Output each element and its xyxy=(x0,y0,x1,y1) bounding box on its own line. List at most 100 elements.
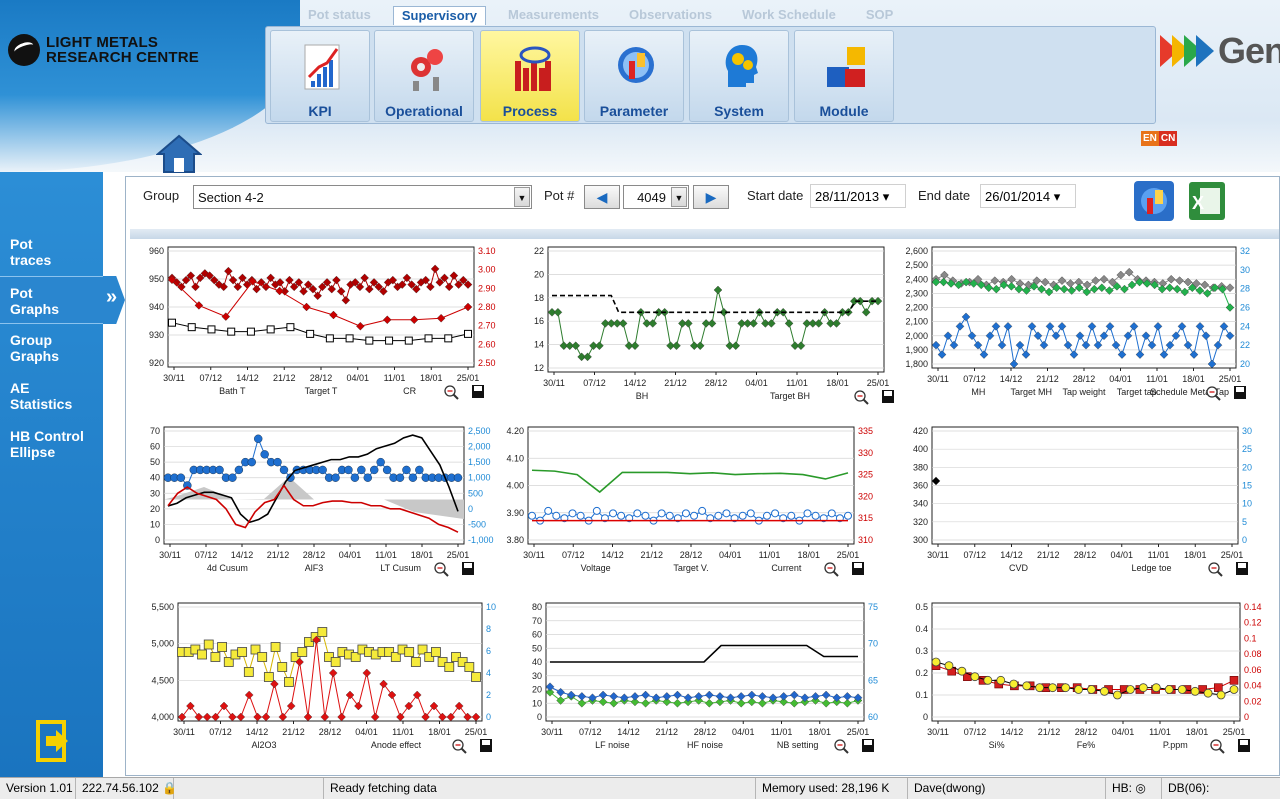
y-tick-label: 0 xyxy=(923,712,928,722)
y2-tick-label: 315 xyxy=(858,513,873,523)
x-tick-label: 28/12 xyxy=(694,727,717,737)
zoom-icon[interactable] xyxy=(444,385,459,400)
y2-tick-label: 0.02 xyxy=(1244,696,1262,706)
chevron-down-icon[interactable]: ▼ xyxy=(514,187,530,207)
legend-entry: Target T xyxy=(305,386,338,396)
data-point xyxy=(260,450,269,459)
lang-cn-button[interactable]: CN xyxy=(1158,131,1178,146)
x-tick-label: 04/01 xyxy=(339,550,362,560)
data-point xyxy=(714,511,723,520)
pot-select[interactable]: 4049 ▼ xyxy=(623,185,689,209)
tab-supervisory[interactable]: Supervisory xyxy=(392,6,486,25)
heartbeat-icon: ◎ xyxy=(1132,781,1146,795)
excel-export-icon[interactable]: X xyxy=(1188,181,1226,221)
y-tick-label: 380 xyxy=(913,462,928,472)
tab-sop[interactable]: SOP xyxy=(858,6,901,25)
prev-pot-button[interactable]: ◀ xyxy=(584,185,620,209)
data-point xyxy=(217,642,227,652)
end-date-picker[interactable]: 26/01/2014 ▾ xyxy=(980,184,1076,208)
save-icon[interactable] xyxy=(472,385,484,398)
zoom-icon[interactable] xyxy=(824,562,839,577)
x-tick-label: 07/12 xyxy=(964,727,987,737)
legend-entry: Fe% xyxy=(1077,740,1096,750)
chart-1: 960 950 940 930 920 3.10 3.00 2.90 2.80 2.70 2.60 2… xyxy=(149,246,496,400)
group-select[interactable]: Section 4-2 ▼ xyxy=(193,185,532,209)
module-module-button[interactable]: Module xyxy=(794,30,894,122)
save-icon[interactable] xyxy=(862,739,874,752)
legend-entry: CR xyxy=(403,386,416,396)
y-tick-label: 22 xyxy=(534,246,544,256)
zoom-icon[interactable] xyxy=(434,562,449,577)
data-point xyxy=(410,657,421,667)
parameter-tool-icon[interactable] xyxy=(1133,180,1175,222)
save-icon[interactable] xyxy=(462,562,474,575)
tab-work-schedule[interactable]: Work Schedule xyxy=(734,6,844,25)
zoom-icon[interactable] xyxy=(452,739,467,754)
y-tick-label: 5,000 xyxy=(151,639,174,649)
chevron-down-icon[interactable]: ▼ xyxy=(671,187,687,207)
save-icon[interactable] xyxy=(1238,739,1250,752)
chart-3: 2,600 2,500 2,400 2,300 2,200 2,100 2,000 1,900… xyxy=(905,246,1250,401)
x-tick-label: 04/01 xyxy=(1110,550,1133,560)
save-icon[interactable] xyxy=(852,562,864,575)
home-icon[interactable] xyxy=(156,134,202,174)
data-point xyxy=(237,647,248,657)
zoom-icon[interactable] xyxy=(854,390,869,405)
y-tick-label: 4.20 xyxy=(506,426,524,436)
ip-address: 222.74.56.102 xyxy=(82,781,159,795)
legend-entry: Current xyxy=(771,563,802,573)
data-point xyxy=(1216,690,1226,700)
x-tick-label: 28/12 xyxy=(1073,374,1096,384)
data-point xyxy=(657,509,666,518)
zoom-icon[interactable] xyxy=(1208,562,1223,577)
sidebar-item-ae-statistics[interactable]: AE Statistics xyxy=(0,380,103,412)
data-point xyxy=(176,473,186,482)
sidebar-item-group-graphs[interactable]: Group Graphs xyxy=(0,332,103,364)
zoom-icon[interactable] xyxy=(1210,739,1225,754)
zoom-icon[interactable] xyxy=(834,739,849,754)
module-process-button[interactable]: Process xyxy=(480,30,580,122)
lang-en-button[interactable]: EN xyxy=(1141,131,1159,146)
tab-measurements[interactable]: Measurements xyxy=(500,6,607,25)
sidebar-item-pot-graphs[interactable]: Pot Graphs xyxy=(0,276,103,324)
x-tick-label: 07/12 xyxy=(579,727,602,737)
x-tick-label: 18/01 xyxy=(797,550,820,560)
next-pot-button[interactable]: ▶ xyxy=(693,185,729,209)
y-tick-label: 2,000 xyxy=(905,331,928,341)
data-point xyxy=(277,662,288,672)
logout-icon[interactable] xyxy=(36,720,70,762)
data-point xyxy=(431,647,441,657)
save-icon[interactable] xyxy=(480,739,492,752)
sidebar-expand-arrow[interactable]: » xyxy=(103,276,125,324)
save-icon[interactable] xyxy=(1234,386,1246,399)
y2-tick-label: 2,500 xyxy=(468,426,491,436)
save-icon[interactable] xyxy=(882,390,894,403)
legend-entry: Target MH xyxy=(1010,387,1052,397)
x-tick-label: 25/01 xyxy=(457,373,480,383)
tab-pot-status[interactable]: Pot status xyxy=(300,6,379,25)
sidebar-item-hb-control-ellipse[interactable]: HB Control Ellipse xyxy=(0,428,103,460)
data-point xyxy=(1229,685,1239,694)
data-point xyxy=(1061,683,1070,693)
module-label: System xyxy=(714,103,764,119)
module-parameter-button[interactable]: Parameter xyxy=(584,30,684,122)
module-system-button[interactable]: System xyxy=(689,30,789,122)
chart-legend: Bath T Target T CR xyxy=(219,386,417,396)
y2-tick-label: 24 xyxy=(1240,321,1250,331)
data-point xyxy=(1203,688,1213,698)
tab-observations[interactable]: Observations xyxy=(621,6,720,25)
sidebar-item-label: Pot xyxy=(10,285,33,301)
save-icon[interactable] xyxy=(1236,562,1248,575)
y-tick-label: 0.1 xyxy=(915,690,928,700)
sidebar-item-pot-traces[interactable]: Pot traces xyxy=(0,236,103,268)
start-date-picker[interactable]: 28/11/2013 ▾ xyxy=(810,184,906,208)
legend-entry: LF noise xyxy=(595,740,630,750)
y-tick-label: 10 xyxy=(150,519,160,529)
y2-tick-label: 32 xyxy=(1240,246,1250,256)
y2-tick-label: 0 xyxy=(486,712,491,722)
module-operational-button[interactable]: Operational xyxy=(374,30,474,122)
sidebar: Pot traces Pot Graphs Group Graphs AE Statistic… xyxy=(0,172,103,777)
module-kpi-button[interactable]: KPI xyxy=(270,30,370,122)
legend-entry: P.ppm xyxy=(1163,740,1188,750)
data-point xyxy=(1138,683,1148,693)
